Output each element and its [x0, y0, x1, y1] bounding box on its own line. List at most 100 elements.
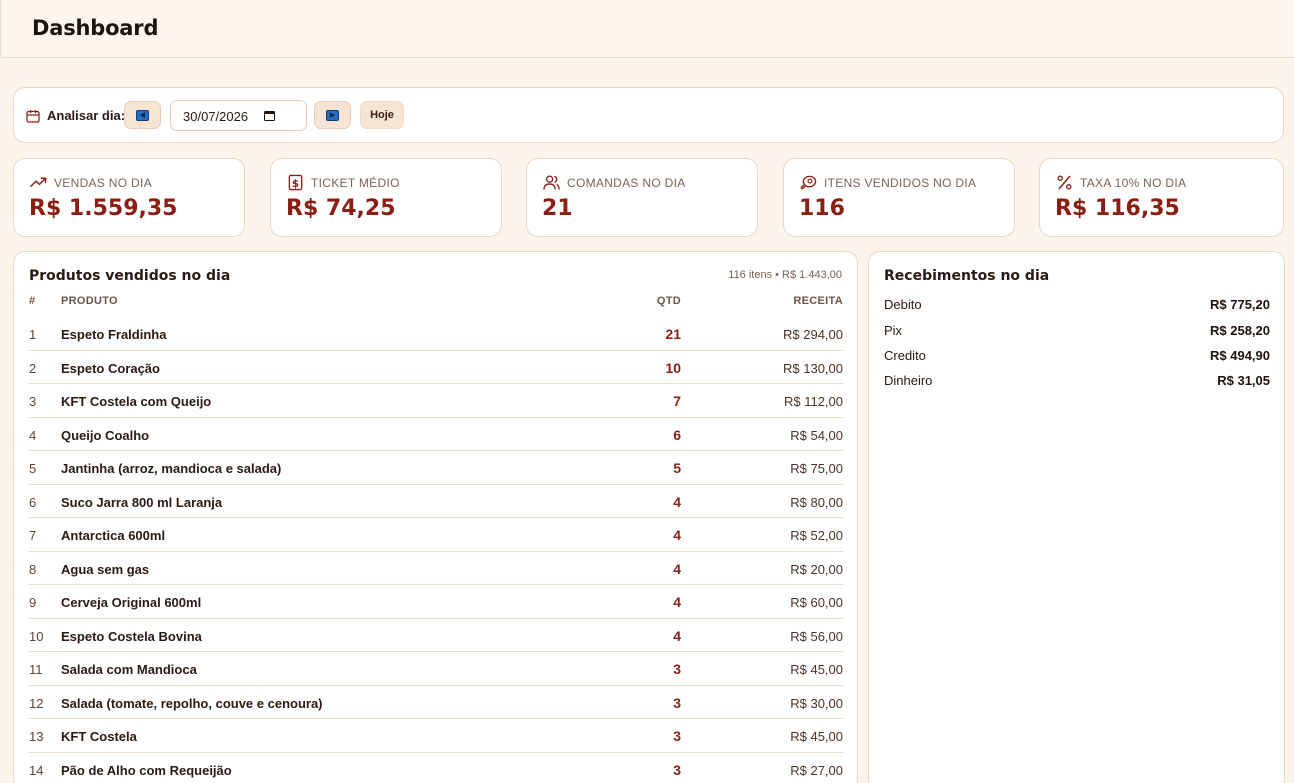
table-row: 14 Pão de Alho com Requeijão 3 R$ 27,00 — [29, 753, 843, 783]
product-qty: 3 — [673, 661, 681, 677]
date-picker-icon[interactable] — [264, 110, 275, 121]
stat-card-comandas: COMANDAS NO DIA 21 — [526, 158, 758, 237]
receipt-row: Dinheiro R$ 31,05 — [884, 373, 1270, 393]
receipts-title: Recebimentos no dia — [884, 268, 1050, 284]
page-header: Dashboard — [0, 0, 1294, 58]
product-revenue: R$ 56,00 — [790, 628, 843, 644]
stat-card-taxa: TAXA 10% NO DIA R$ 116,35 — [1039, 158, 1284, 237]
row-number: 3 — [29, 394, 37, 409]
table-row: 1 Espeto Fraldinha 21 R$ 294,00 — [29, 317, 843, 351]
product-qty: 3 — [673, 761, 681, 778]
product-revenue: R$ 20,00 — [790, 561, 843, 577]
receipt-row: Debito R$ 775,20 — [884, 297, 1270, 317]
row-number: 6 — [29, 494, 37, 510]
stat-label: TICKET MÉDIO — [311, 176, 400, 190]
row-number: 13 — [29, 729, 44, 744]
date-input[interactable]: 30/07/2026 — [170, 100, 307, 131]
product-name: Queijo Coalho — [61, 427, 150, 443]
product-qty: 3 — [673, 694, 681, 711]
table-row: 10 Espeto Costela Bovina 4 R$ 56,00 — [29, 619, 843, 652]
row-number: 8 — [29, 561, 37, 577]
table-row: 4 Queijo Coalho 6 R$ 54,00 — [29, 418, 843, 451]
product-qty: 6 — [673, 426, 681, 443]
row-number: 4 — [29, 427, 37, 443]
receipts-panel: Recebimentos no dia Debito R$ 775,20 Pix… — [868, 251, 1285, 783]
stat-label: VENDAS NO DIA — [54, 176, 152, 190]
payment-amount: R$ 494,90 — [1210, 348, 1270, 363]
table-row: 7 Antarctica 600ml 4 R$ 52,00 — [29, 518, 843, 552]
row-number: 5 — [29, 461, 37, 476]
table-row: 3 KFT Costela com Queijo 7 R$ 112,00 — [29, 384, 843, 418]
product-qty: 3 — [673, 728, 681, 744]
beef-icon — [800, 175, 817, 190]
column-header-revenue: RECEITA — [793, 295, 843, 307]
product-qty: 4 — [673, 527, 681, 543]
payment-method: Dinheiro — [884, 373, 933, 388]
previous-day-button[interactable]: ◀ — [124, 101, 161, 129]
column-header-num: # — [29, 295, 36, 307]
table-row: 6 Suco Jarra 800 ml Laranja 4 R$ 80,00 — [29, 485, 843, 518]
stat-card-itens: ITENS VENDIDOS NO DIA 116 — [783, 158, 1015, 237]
product-revenue: R$ 27,00 — [790, 762, 843, 778]
product-revenue: R$ 294,00 — [783, 327, 843, 342]
product-qty: 4 — [673, 493, 681, 510]
stat-value: R$ 1.559,35 — [29, 196, 178, 221]
row-number: 11 — [29, 662, 43, 677]
product-revenue: R$ 45,00 — [790, 662, 843, 677]
today-button[interactable]: Hoje — [360, 101, 404, 129]
stat-label: COMANDAS NO DIA — [567, 176, 686, 190]
payment-amount: R$ 258,20 — [1210, 323, 1270, 338]
product-name: Cerveja Original 600ml — [61, 595, 202, 610]
table-row: 11 Salada com Mandioca 3 R$ 45,00 — [29, 652, 843, 686]
product-name: Salada (tomate, repolho, couve e cenoura… — [61, 695, 323, 711]
product-name: Antarctica 600ml — [61, 528, 166, 543]
product-qty: 5 — [673, 460, 681, 476]
product-revenue: R$ 112,00 — [783, 394, 843, 409]
product-revenue: R$ 30,00 — [790, 695, 843, 711]
stat-card-ticket: $ TICKET MÉDIO R$ 74,25 — [270, 158, 502, 237]
date-filter-bar: Analisar dia: ◀ 30/07/2026 ▶ Hoje — [13, 87, 1284, 143]
percent-icon — [1057, 175, 1072, 190]
payment-amount: R$ 31,05 — [1217, 373, 1270, 388]
row-number: 12 — [29, 695, 44, 711]
stat-value: 116 — [799, 196, 845, 221]
row-number: 2 — [29, 360, 37, 376]
product-revenue: R$ 60,00 — [790, 595, 843, 610]
table-row: 8 Agua sem gas 4 R$ 20,00 — [29, 552, 843, 585]
product-revenue: R$ 54,00 — [790, 427, 843, 443]
payment-method: Pix — [884, 323, 903, 338]
page-title: Dashboard — [32, 16, 159, 40]
product-name: Espeto Fraldinha — [61, 327, 167, 342]
product-revenue: R$ 52,00 — [790, 528, 843, 543]
product-name: KFT Costela — [61, 729, 137, 744]
table-row: 12 Salada (tomate, repolho, couve e cenou… — [29, 686, 843, 719]
row-number: 14 — [29, 762, 44, 778]
row-number: 1 — [29, 327, 37, 342]
product-name: KFT Costela com Queijo — [61, 394, 212, 409]
payment-method: Debito — [884, 297, 922, 312]
stat-value: 21 — [542, 196, 573, 221]
calendar-icon — [26, 110, 40, 123]
receipt-dollar-icon: $ — [288, 174, 303, 191]
table-row: 9 Cerveja Original 600ml 4 R$ 60,00 — [29, 585, 843, 619]
products-table-body: 1 Espeto Fraldinha 21 R$ 294,00 2 Espeto Cor… — [29, 317, 843, 783]
product-qty: 21 — [665, 326, 681, 342]
table-row: 13 KFT Costela 3 R$ 45,00 — [29, 719, 843, 753]
column-header-qty: QTD — [656, 295, 681, 307]
stat-label: TAXA 10% NO DIA — [1080, 176, 1187, 190]
row-number: 10 — [29, 628, 44, 644]
chevron-right-icon: ▶ — [326, 109, 339, 121]
product-qty: 4 — [673, 594, 681, 610]
stat-value: R$ 74,25 — [286, 196, 396, 221]
product-revenue: R$ 130,00 — [783, 360, 843, 376]
product-qty: 4 — [673, 560, 681, 577]
product-name: Salada com Mandioca — [61, 662, 197, 677]
row-number: 7 — [29, 528, 37, 543]
product-qty: 7 — [673, 393, 681, 409]
next-day-button[interactable]: ▶ — [314, 101, 351, 129]
row-number: 9 — [29, 595, 37, 610]
product-revenue: R$ 45,00 — [790, 729, 843, 744]
table-row: 5 Jantinha (arroz, mandioca e salada) 5 R$ … — [29, 451, 843, 485]
stat-card-vendas: VENDAS NO DIA R$ 1.559,35 — [13, 158, 245, 237]
product-name: Espeto Coração — [61, 360, 160, 376]
